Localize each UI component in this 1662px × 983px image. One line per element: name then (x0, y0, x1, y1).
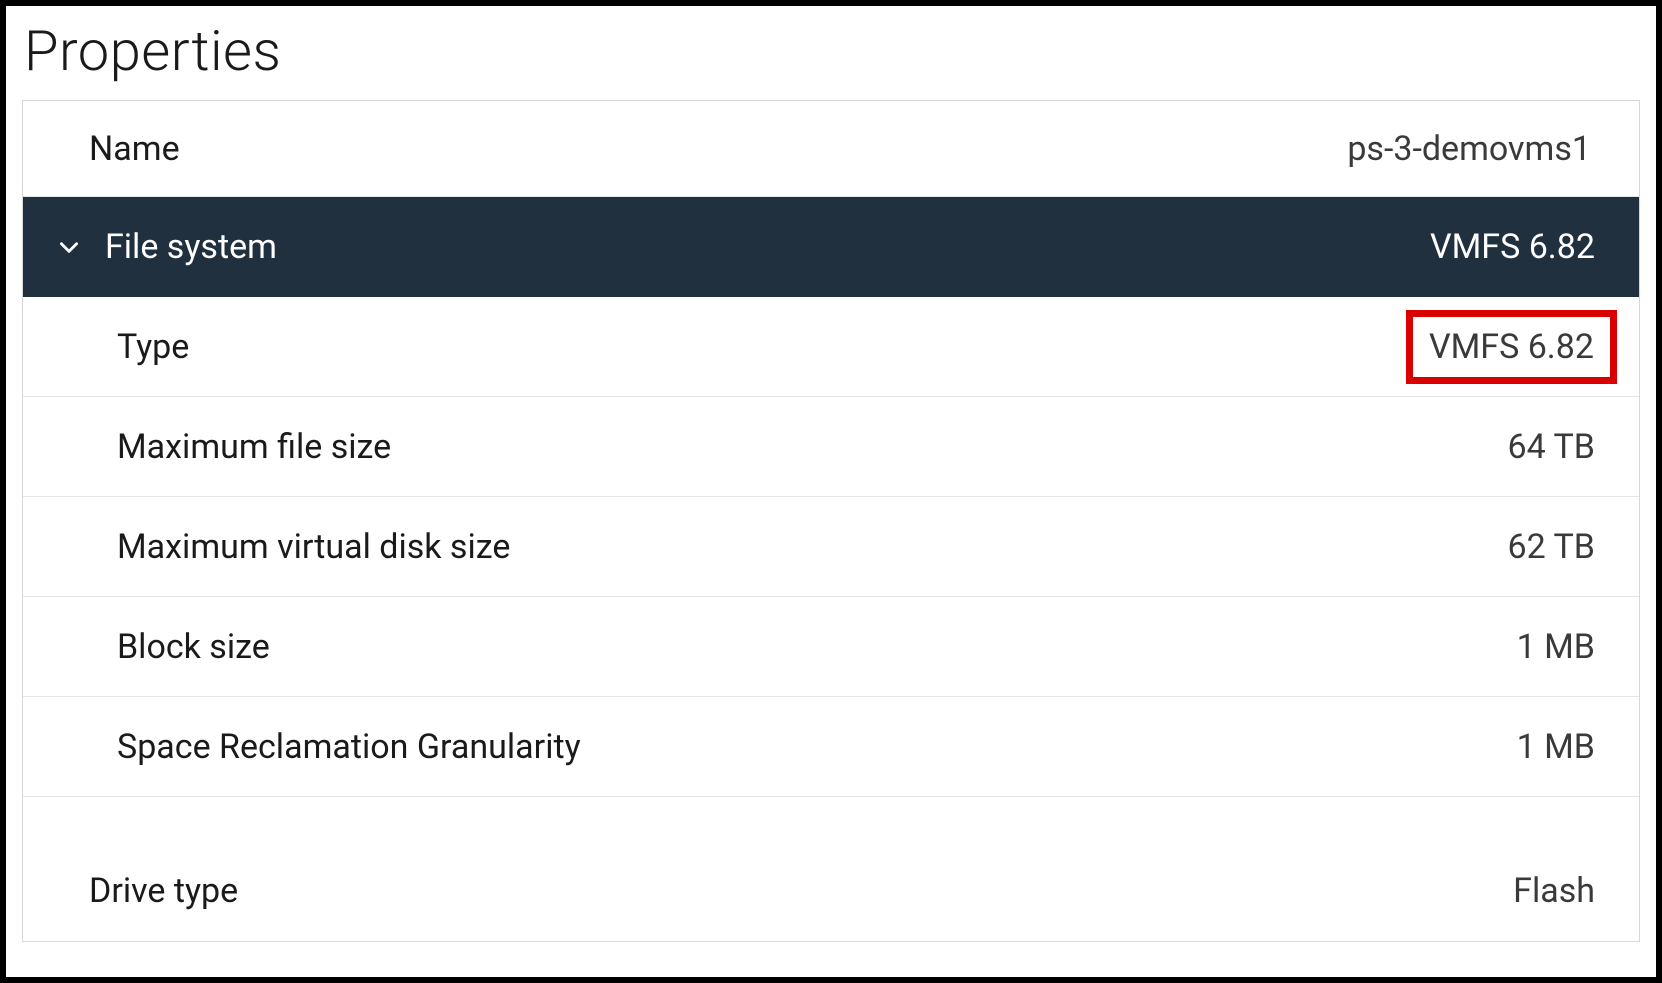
row-drive-type-value: Flash (1513, 871, 1595, 911)
row-max-vdisk-size: Maximum virtual disk size 62 TB (23, 497, 1639, 597)
row-max-vdisk-size-label: Maximum virtual disk size (117, 527, 510, 567)
row-file-system-header[interactable]: File system VMFS 6.82 (23, 197, 1639, 297)
properties-table: Name ps-3-demovms1 File system VMFS 6.82… (22, 100, 1640, 942)
row-type-label: Type (117, 327, 189, 367)
panel-title: Properties (22, 14, 1640, 100)
row-file-system-label: File system (105, 227, 277, 267)
row-type: Type VMFS 6.82 (23, 297, 1639, 397)
row-drive-type: Drive type Flash (23, 841, 1639, 941)
row-max-vdisk-size-value: 62 TB (1508, 527, 1595, 567)
row-spacer (23, 797, 1639, 841)
row-name-label: Name (89, 129, 180, 169)
row-drive-type-label: Drive type (89, 871, 238, 911)
row-max-file-size: Maximum file size 64 TB (23, 397, 1639, 497)
row-block-size-value: 1 MB (1517, 627, 1595, 667)
row-space-reclamation-label: Space Reclamation Granularity (117, 727, 581, 767)
row-space-reclamation-value: 1 MB (1517, 727, 1595, 767)
row-block-size-label: Block size (117, 627, 270, 667)
row-max-file-size-label: Maximum file size (117, 427, 391, 467)
row-name-value: ps-3-demovms1 (1347, 129, 1595, 169)
properties-panel: Properties Name ps-3-demovms1 File syste… (0, 0, 1662, 983)
row-max-file-size-value: 64 TB (1508, 427, 1595, 467)
row-file-system-value: VMFS 6.82 (1430, 227, 1595, 267)
row-type-value: VMFS 6.82 (1429, 327, 1594, 367)
highlight-annotation: VMFS 6.82 (1406, 310, 1617, 384)
chevron-down-icon (55, 233, 83, 261)
row-space-reclamation: Space Reclamation Granularity 1 MB (23, 697, 1639, 797)
row-block-size: Block size 1 MB (23, 597, 1639, 697)
row-name: Name ps-3-demovms1 (23, 101, 1639, 197)
